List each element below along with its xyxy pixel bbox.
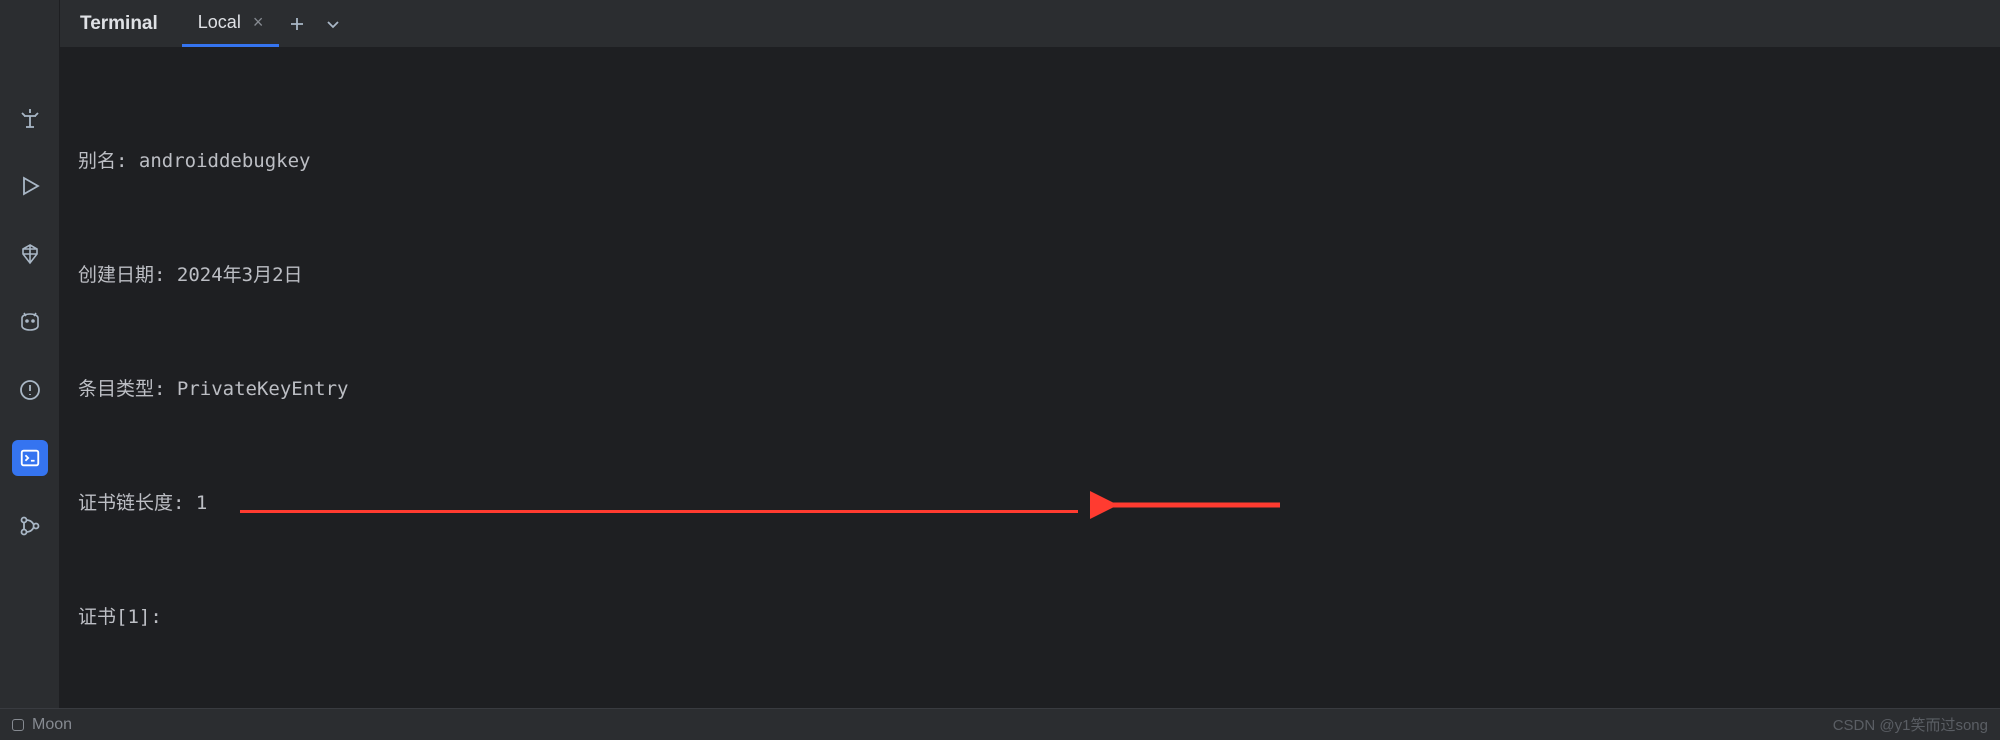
terminal-icon[interactable] bbox=[12, 440, 48, 476]
watermark: CSDN @y1笑而过song bbox=[1833, 714, 1988, 735]
status-project: Moon bbox=[32, 716, 72, 734]
output-line: 证书链长度: 1 bbox=[78, 484, 2000, 522]
checkbox-icon bbox=[12, 719, 24, 731]
tab-local[interactable]: Local × bbox=[182, 0, 280, 47]
terminal-output[interactable]: 别名: androiddebugkey 创建日期: 2024年3月2日 条目类型… bbox=[60, 48, 2000, 708]
logcat-icon[interactable] bbox=[12, 304, 48, 340]
output-line: 别名: androiddebugkey bbox=[78, 142, 2000, 180]
chevron-down-icon[interactable] bbox=[315, 6, 351, 42]
close-icon[interactable]: × bbox=[253, 12, 264, 33]
debug-icon[interactable] bbox=[12, 236, 48, 272]
output-line: 证书[1]: bbox=[78, 598, 2000, 636]
new-tab-icon[interactable] bbox=[279, 6, 315, 42]
panel-title: Terminal bbox=[80, 13, 182, 35]
run-icon[interactable] bbox=[12, 168, 48, 204]
vcs-icon[interactable] bbox=[12, 508, 48, 544]
build-icon[interactable] bbox=[12, 100, 48, 136]
status-left[interactable]: Moon bbox=[12, 716, 72, 734]
terminal-tabbar: Terminal Local × bbox=[60, 0, 2000, 48]
statusbar: Moon CSDN @y1笑而过song bbox=[0, 708, 2000, 740]
tab-label: Local bbox=[198, 12, 241, 33]
output-line: 条目类型: PrivateKeyEntry bbox=[78, 370, 2000, 408]
output-line: 创建日期: 2024年3月2日 bbox=[78, 256, 2000, 294]
problems-icon[interactable] bbox=[12, 372, 48, 408]
sidebar bbox=[0, 0, 60, 708]
